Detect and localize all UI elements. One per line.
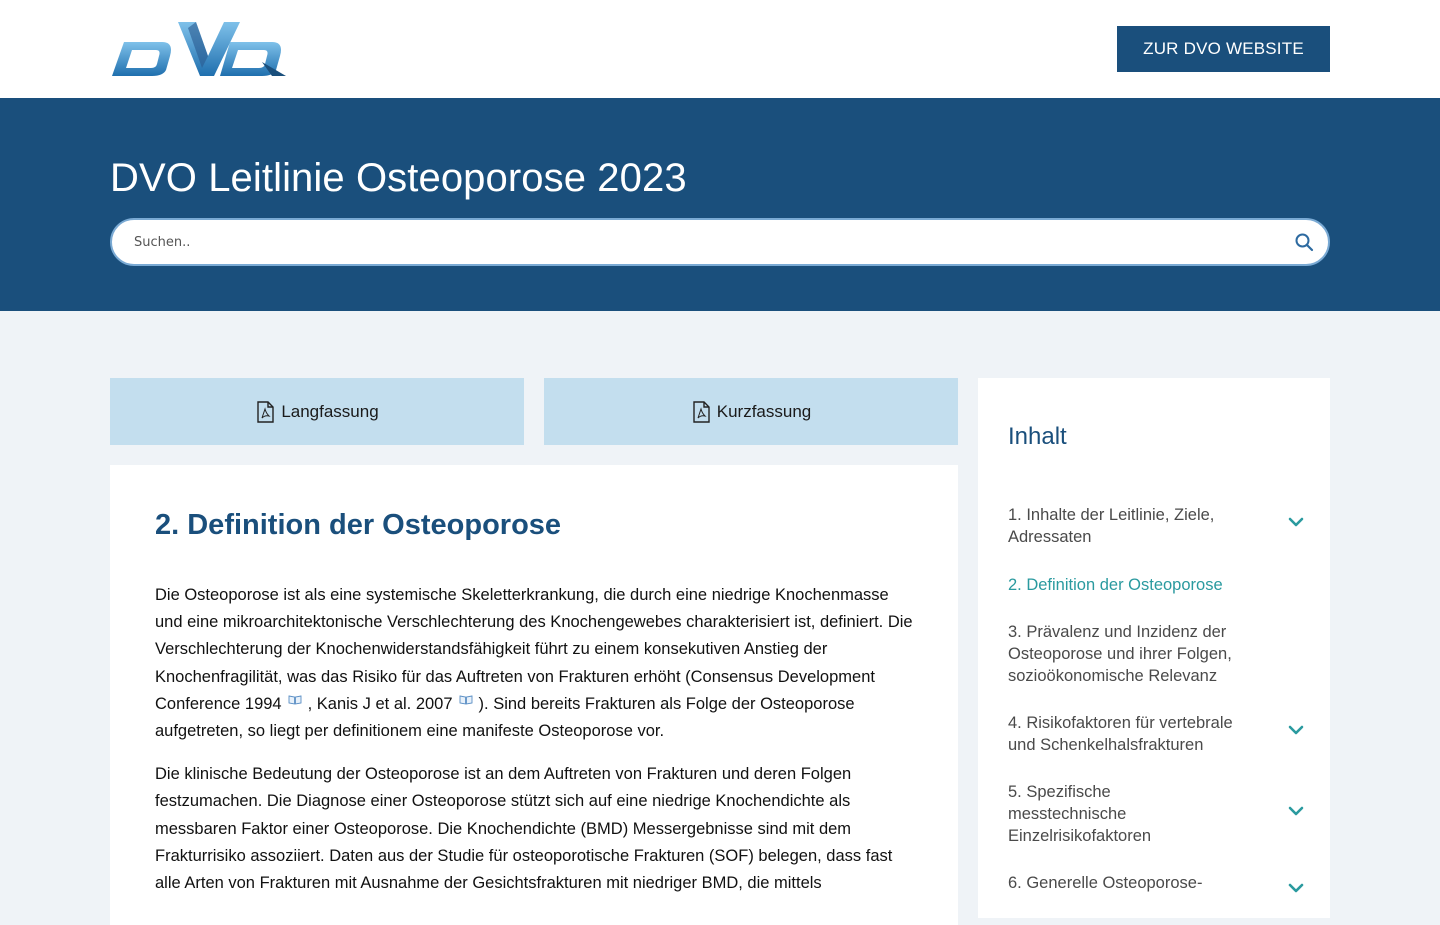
page-title: DVO Leitlinie Osteoporose 2023 (110, 156, 687, 200)
pdf-icon (257, 400, 275, 423)
toc-item-label: 5. Spezifische messtechnische Einzelrisi… (1008, 783, 1152, 845)
reference-book-icon[interactable] (459, 695, 473, 705)
paragraph-text: , Kanis J et al. 2007 (307, 694, 453, 713)
toc-item-3[interactable]: 3. Prävalenz und Inzidenz der Osteoporos… (1008, 621, 1308, 687)
top-bar: ZUR DVO WEBSITE (0, 0, 1440, 98)
toc-item-label: 4. Risikofaktoren für vertebrale und Sch… (1008, 714, 1233, 754)
chevron-down-icon[interactable] (1288, 722, 1304, 738)
article-content: 2. Definition der Osteoporose Die Osteop… (110, 465, 958, 925)
search-icon[interactable] (1294, 232, 1314, 252)
article-paragraph-1: Die Osteoporose ist als eine systemische… (155, 582, 913, 745)
toc-item-2[interactable]: 2. Definition der Osteoporose (1008, 574, 1308, 596)
langfassung-download-button[interactable]: Langfassung (110, 378, 524, 445)
hero-banner: DVO Leitlinie Osteoporose 2023 (0, 98, 1440, 311)
toc-title: Inhalt (1008, 423, 1067, 450)
chevron-down-icon[interactable] (1288, 803, 1304, 819)
kurzfassung-download-button[interactable]: Kurzfassung (544, 378, 958, 445)
toc-item-6[interactable]: 6. Generelle Osteoporose- (1008, 872, 1308, 894)
toc-item-5[interactable]: 5. Spezifische messtechnische Einzelrisi… (1008, 781, 1308, 847)
toc-item-4[interactable]: 4. Risikofaktoren für vertebrale und Sch… (1008, 712, 1308, 756)
toc-item-label: 2. Definition der Osteoporose (1008, 576, 1223, 594)
chevron-down-icon[interactable] (1288, 880, 1304, 896)
search-input[interactable] (134, 220, 1274, 264)
chevron-down-icon[interactable] (1288, 514, 1304, 530)
toc-item-label: 3. Prävalenz und Inzidenz der Osteoporos… (1008, 623, 1232, 685)
toc-sidebar: Inhalt 1. Inhalte der Leitlinie, Ziele, … (978, 378, 1330, 918)
paragraph-text: Die Osteoporose ist als eine systemische… (155, 586, 913, 713)
langfassung-label: Langfassung (281, 401, 379, 421)
article-paragraph-2: Die klinische Bedeutung der Osteoporose … (155, 765, 893, 893)
toc-item-1[interactable]: 1. Inhalte der Leitlinie, Ziele, Adressa… (1008, 504, 1308, 548)
search-bar (110, 218, 1330, 266)
toc-item-label: 6. Generelle Osteoporose- (1008, 874, 1203, 892)
article-heading: 2. Definition der Osteoporose (155, 509, 562, 541)
toc-item-label: 1. Inhalte der Leitlinie, Ziele, Adressa… (1008, 506, 1215, 546)
dvo-website-button[interactable]: ZUR DVO WEBSITE (1117, 26, 1330, 72)
reference-book-icon[interactable] (288, 695, 302, 705)
pdf-icon (693, 400, 710, 423)
kurzfassung-label: Kurzfassung (716, 401, 812, 421)
dvo-logo[interactable] (112, 22, 286, 78)
